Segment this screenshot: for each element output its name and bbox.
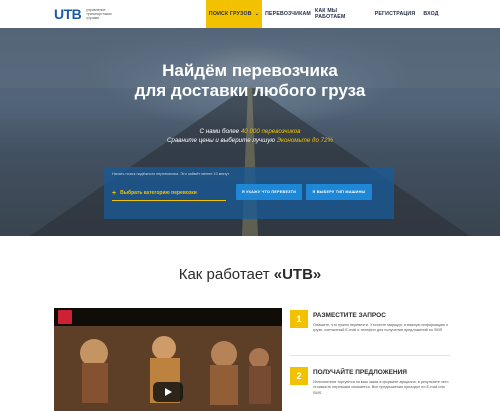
button-label: Я ВЫБЕРУ ТИП МАШИНЫ xyxy=(312,190,366,194)
divider xyxy=(290,355,450,356)
hero-subtitle-line2: Сравните цены и выберите лучшую Экономьт… xyxy=(0,136,500,145)
search-panel: Начать поиск надёжного перевозчика. Это … xyxy=(104,167,394,219)
subtitle-text: С нами более xyxy=(199,128,240,135)
step-description: Исполнители торгуются за ваш заказ в фор… xyxy=(313,380,449,395)
subtitle-highlight: 40 000 перевозчиков xyxy=(240,128,301,135)
chevron-down-icon: ⌄ xyxy=(254,11,260,17)
nav-item-label: КАК МЫ РАБОТАЕМ xyxy=(315,8,346,20)
nav-item-carriers[interactable]: ПЕРЕВОЗЧИКАМ xyxy=(265,0,311,28)
subtitle-highlight: Экономьте до 72% xyxy=(276,137,334,144)
section-title: Как работает «UTB» xyxy=(0,266,500,283)
hero-title: Найдём перевозчика для доставки любого г… xyxy=(0,61,500,101)
step-number: 1 xyxy=(290,310,308,328)
hero-section: Найдём перевозчика для доставки любого г… xyxy=(0,28,500,236)
choose-vehicle-button[interactable]: Я ВЫБЕРУ ТИП МАШИНЫ xyxy=(306,184,372,200)
nav-item-label: ПЕРЕВОЗЧИКАМ xyxy=(265,11,311,17)
logo[interactable]: UTB управление транспортными грузами xyxy=(54,7,120,21)
section-title-text: Как работает xyxy=(178,266,270,283)
button-label: Я УКАЖУ ЧТО ПЕРЕВЕЗТИ xyxy=(241,190,297,194)
play-button[interactable] xyxy=(153,382,183,402)
nav-item-label: ПОИСК ГРУЗОВ xyxy=(208,11,252,17)
plus-icon: + xyxy=(112,189,117,197)
step-number: 2 xyxy=(290,367,308,385)
nav-item-label: ВХОД xyxy=(423,11,439,17)
channel-avatar xyxy=(58,310,72,324)
nav-item-how-we-work[interactable]: КАК МЫ РАБОТАЕМ xyxy=(315,0,369,28)
nav-item-cargo-search[interactable]: ПОИСК ГРУЗОВ ⌄ xyxy=(206,0,262,28)
nav-item-login[interactable]: ВХОД xyxy=(420,0,442,28)
nav-item-register[interactable]: РЕГИСТРАЦИЯ xyxy=(373,0,417,28)
step-title: РАЗМЕСТИТЕ ЗАПРОС xyxy=(313,312,386,319)
subtitle-text: Сравните цены и выберите лучшую xyxy=(166,137,276,144)
play-icon xyxy=(165,388,172,396)
video-info-bar xyxy=(54,308,282,326)
nav-item-label: РЕГИСТРАЦИЯ xyxy=(374,11,416,17)
video-player[interactable] xyxy=(54,308,282,411)
step-title: ПОЛУЧАЙТЕ ПРЕДЛОЖЕНИЯ xyxy=(313,369,407,376)
hero-title-line1: Найдём перевозчика xyxy=(162,61,338,80)
logo-subtitle: управление транспортными грузами xyxy=(86,8,112,20)
logo-mark: UTB xyxy=(54,6,82,22)
site-header: UTB управление транспортными грузами ПОИ… xyxy=(0,0,500,28)
step-description: Опишите, что нужно перевезти. Уточните м… xyxy=(313,323,449,333)
hero-subtitle: С нами более 40 000 перевозчиков Сравнит… xyxy=(0,127,500,145)
category-select[interactable]: + Выбрать категорию перевозки xyxy=(112,186,226,201)
hero-title-line2: для доставки любого груза xyxy=(134,81,366,100)
hero-subtitle-line1: С нами более 40 000 перевозчиков xyxy=(0,127,500,136)
specify-cargo-button[interactable]: Я УКАЖУ ЧТО ПЕРЕВЕЗТИ xyxy=(236,184,302,200)
search-hint: Начать поиск надёжного перевозчика. Это … xyxy=(112,172,230,176)
category-select-label: Выбрать категорию перевозки xyxy=(120,190,197,196)
section-title-brand: «UTB» xyxy=(273,266,322,283)
